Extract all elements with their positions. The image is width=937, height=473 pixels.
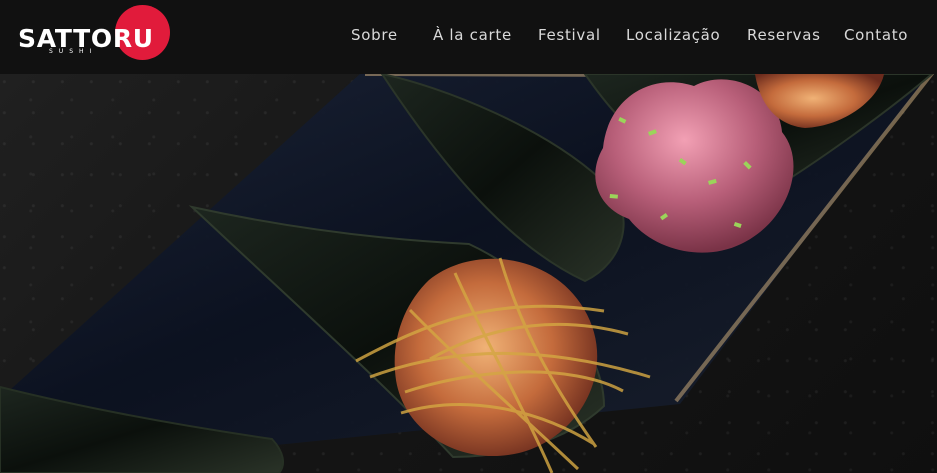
main-navigation: Sobre À la carte Festival Localização Re… xyxy=(0,0,937,74)
nav-link-a-la-carte[interactable]: À la carte xyxy=(433,25,512,45)
temaki-food-illustration xyxy=(0,74,935,473)
nav-link-sobre[interactable]: Sobre xyxy=(351,25,398,45)
nav-link-festival[interactable]: Festival xyxy=(538,25,601,45)
hero-food-image xyxy=(0,74,937,473)
site-header: SATTORU SUSHI Sobre À la carte Festival … xyxy=(0,0,937,74)
sattoru-sushi-page: SATTORU SUSHI Sobre À la carte Festival … xyxy=(0,0,937,473)
nav-link-reservas[interactable]: Reservas xyxy=(747,25,821,45)
nav-link-localizacao[interactable]: Localização xyxy=(626,25,720,45)
nav-link-contato[interactable]: Contato xyxy=(844,25,908,45)
